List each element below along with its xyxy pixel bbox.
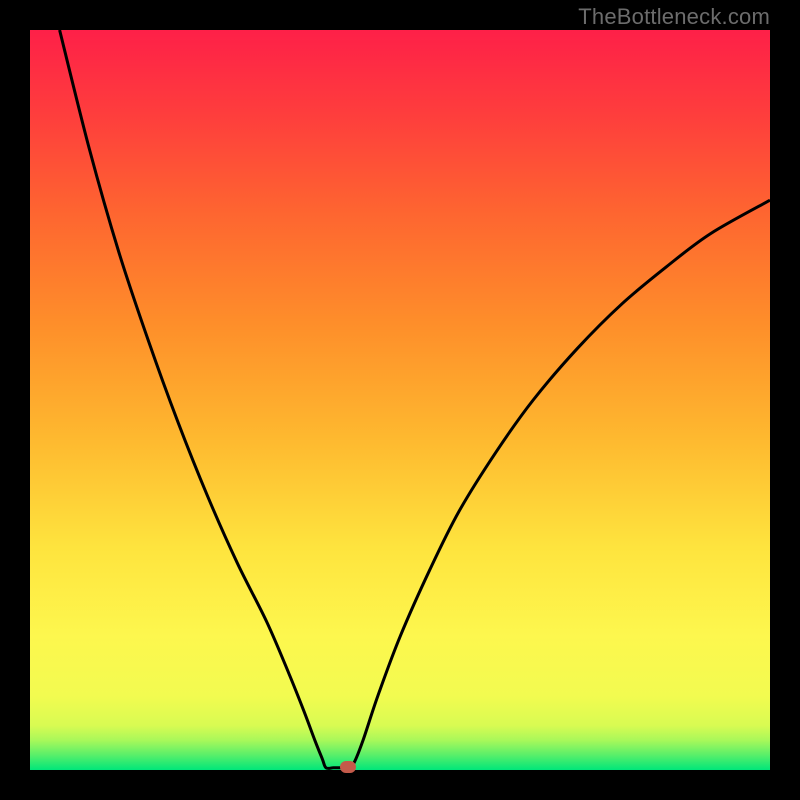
chart-background <box>30 30 770 770</box>
chart-frame <box>30 30 770 770</box>
optimal-point-marker <box>340 761 356 773</box>
watermark-text: TheBottleneck.com <box>578 4 770 30</box>
bottleneck-chart <box>30 30 770 770</box>
